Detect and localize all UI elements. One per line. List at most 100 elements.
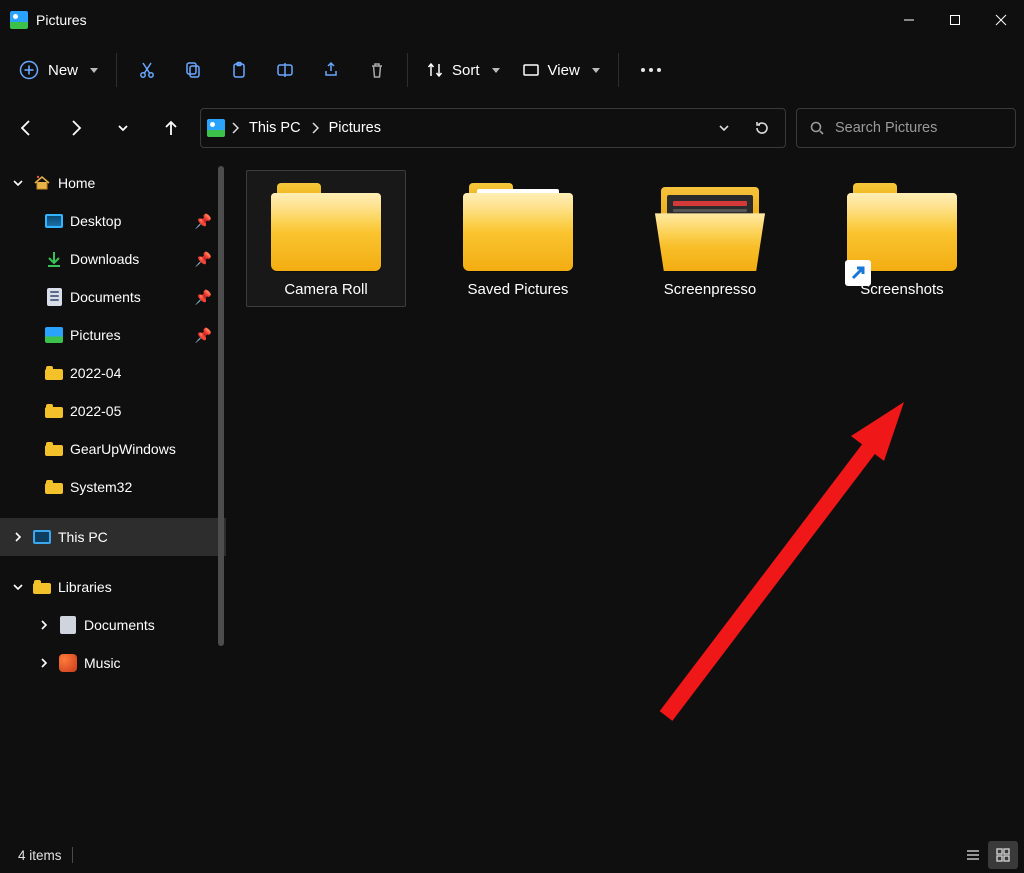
sidebar-item-libraries[interactable]: Libraries (0, 568, 226, 606)
folder-label: Camera Roll (284, 281, 367, 298)
pictures-icon (44, 325, 64, 345)
folder-screenpresso[interactable]: Screenpresso (630, 170, 790, 307)
cut-button[interactable] (125, 51, 169, 89)
expand-icon[interactable] (36, 657, 52, 669)
maximize-button[interactable] (932, 0, 978, 40)
collapse-icon[interactable] (10, 581, 26, 593)
sidebar-item-system32[interactable]: System32 (0, 468, 226, 506)
search-icon (809, 120, 825, 136)
copy-button[interactable] (171, 51, 215, 89)
more-button[interactable] (627, 60, 675, 80)
sidebar-item-lib-documents[interactable]: Documents (0, 606, 226, 644)
share-button[interactable] (309, 51, 353, 89)
folder-screenshots[interactable]: Screenshots (822, 170, 982, 307)
sidebar-item-label: Downloads (70, 251, 189, 267)
breadcrumb-this-pc[interactable]: This PC (245, 116, 305, 140)
rename-button[interactable] (263, 51, 307, 89)
paste-button[interactable] (217, 51, 261, 89)
view-toggle (958, 841, 1018, 869)
breadcrumb-label: Pictures (329, 120, 381, 136)
chevron-down-icon (90, 68, 98, 73)
view-button[interactable]: View (512, 55, 610, 85)
folder-camera-roll[interactable]: Camera Roll (246, 170, 406, 307)
sidebar-item-lib-music[interactable]: Music (0, 644, 226, 682)
expand-icon[interactable] (10, 531, 26, 543)
toolbar-separator (407, 53, 408, 87)
toolbar-separator (618, 53, 619, 87)
address-history-button[interactable] (707, 113, 741, 143)
window-controls (886, 0, 1024, 40)
pin-icon: 📌 (195, 289, 212, 306)
window-title: Pictures (36, 12, 87, 28)
sidebar-item-desktop[interactable]: Desktop 📌 (0, 202, 226, 240)
music-library-icon (58, 653, 78, 673)
folder-label: Screenshots (860, 281, 943, 298)
sidebar-item-label: Documents (84, 617, 226, 633)
sidebar-item-pictures[interactable]: Pictures 📌 (0, 316, 226, 354)
chevron-right-icon (231, 122, 239, 134)
minimize-button[interactable] (886, 0, 932, 40)
annotation-arrow (646, 396, 946, 736)
folder-saved-pictures[interactable]: Saved Pictures (438, 170, 598, 307)
sidebar-item-label: Desktop (70, 213, 189, 229)
forward-button[interactable] (56, 109, 94, 147)
new-button-label: New (48, 62, 78, 79)
sidebar-item-label: Libraries (58, 579, 226, 595)
sidebar-item-documents[interactable]: Documents 📌 (0, 278, 226, 316)
sidebar-item-2022-04[interactable]: 2022-04 (0, 354, 226, 392)
address-bar-right (707, 113, 779, 143)
thumbnails-view-button[interactable] (988, 841, 1018, 869)
sidebar-item-this-pc[interactable]: This PC (0, 518, 226, 556)
chevron-right-icon (311, 122, 319, 134)
sidebar-item-label: Documents (70, 289, 189, 305)
this-pc-icon (32, 527, 52, 547)
chevron-down-icon (492, 68, 500, 73)
sidebar-item-label: GearUpWindows (70, 441, 226, 457)
scrollbar[interactable] (218, 166, 224, 646)
sidebar-item-home[interactable]: Home (0, 164, 226, 202)
delete-button[interactable] (355, 51, 399, 89)
view-label: View (548, 62, 580, 79)
sidebar-item-label: This PC (58, 529, 226, 545)
folder-icon (847, 181, 957, 271)
item-count: 4 items (18, 848, 62, 863)
address-bar[interactable]: This PC Pictures (200, 108, 786, 148)
chevron-down-icon (592, 68, 600, 73)
sort-button[interactable]: Sort (416, 55, 510, 85)
sidebar-item-downloads[interactable]: Downloads 📌 (0, 240, 226, 278)
back-button[interactable] (8, 109, 46, 147)
close-button[interactable] (978, 0, 1024, 40)
recent-locations-button[interactable] (104, 109, 142, 147)
sidebar-item-gearupwindows[interactable]: GearUpWindows (0, 430, 226, 468)
folder-icon (463, 181, 573, 271)
pin-icon: 📌 (195, 251, 212, 268)
search-input[interactable]: Search Pictures (796, 108, 1016, 148)
pictures-folder-icon (207, 119, 225, 137)
sidebar-item-label: 2022-05 (70, 403, 226, 419)
collapse-icon[interactable] (10, 177, 26, 189)
folder-label: Saved Pictures (468, 281, 569, 298)
libraries-icon (32, 577, 52, 597)
nav-row: This PC Pictures Search Pictures (0, 100, 1024, 156)
sidebar-item-label: System32 (70, 479, 226, 495)
toolbar: New Sort View (0, 40, 1024, 100)
details-view-button[interactable] (958, 841, 988, 869)
folder-icon (655, 181, 765, 271)
new-button[interactable]: New (8, 51, 108, 89)
sidebar-item-label: Pictures (70, 327, 189, 343)
sidebar-item-label: Music (84, 655, 226, 671)
pin-icon: 📌 (195, 213, 212, 230)
status-bar: 4 items (0, 837, 1024, 873)
breadcrumb-label: This PC (249, 120, 301, 136)
folder-icon (271, 181, 381, 271)
body: Home Desktop 📌 Downloads 📌 Documents 📌 P… (0, 156, 1024, 837)
refresh-button[interactable] (745, 113, 779, 143)
folder-icon (44, 363, 64, 383)
expand-icon[interactable] (36, 619, 52, 631)
up-button[interactable] (152, 109, 190, 147)
folder-icon (44, 477, 64, 497)
documents-library-icon (58, 615, 78, 635)
downloads-icon (44, 249, 64, 269)
breadcrumb-pictures[interactable]: Pictures (325, 116, 385, 140)
sidebar-item-2022-05[interactable]: 2022-05 (0, 392, 226, 430)
